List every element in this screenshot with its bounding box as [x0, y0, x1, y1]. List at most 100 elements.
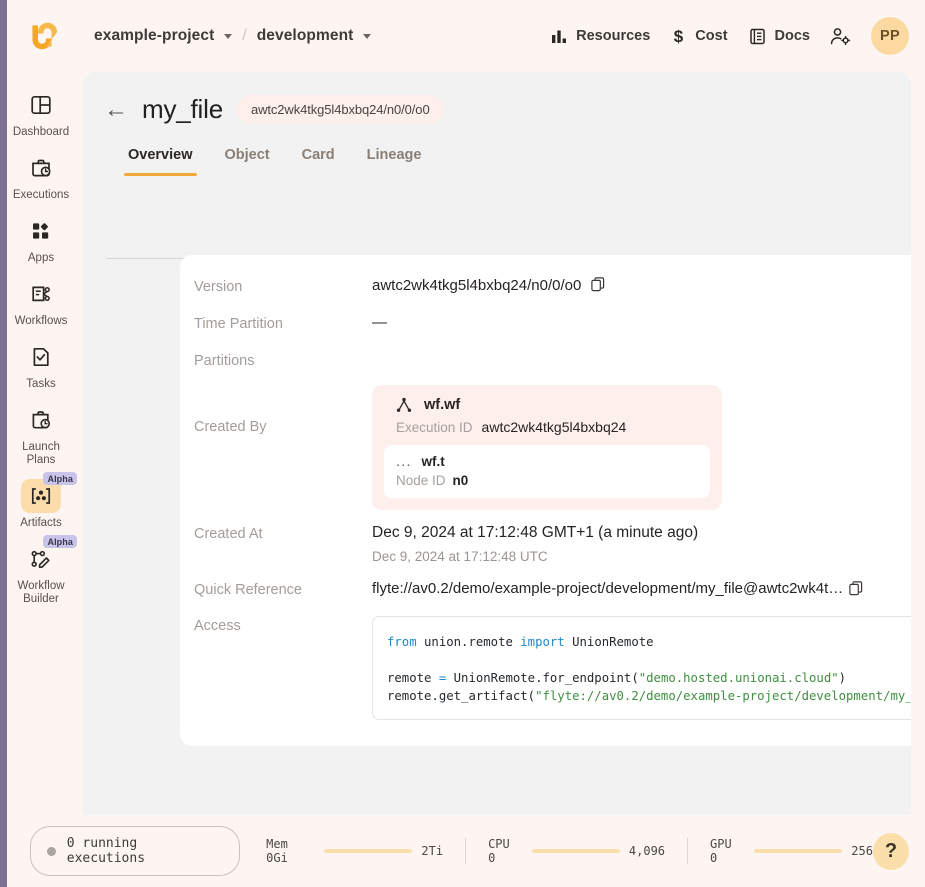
docs-label: Docs — [774, 28, 810, 44]
docs-button[interactable]: Docs — [748, 27, 810, 46]
sidebar-label-workflow-builder: Workflow Builder — [17, 580, 65, 605]
code-var-remote-2: remote — [387, 689, 432, 703]
sidebar-item-tasks[interactable]: Tasks — [4, 334, 78, 395]
meter-mem-label: Mem 0Gi — [266, 837, 288, 865]
avatar-initials: PP — [880, 28, 900, 44]
code-paren-open-1: ( — [631, 671, 639, 685]
running-executions-button[interactable]: 0 running executions — [30, 826, 241, 876]
code-dot-3: . — [431, 689, 439, 703]
quick-reference-value: flyte://av0.2/demo/example-project/devel… — [372, 580, 844, 597]
meter-gpu-max: 256 — [851, 844, 873, 858]
meter-divider-1 — [465, 838, 467, 864]
breadcrumb-domain[interactable]: development — [257, 27, 354, 45]
node-id-label: Node ID — [396, 473, 446, 488]
version-value-wrap: awtc2wk4tkg5l4bxbq24/n0/0/o0 — [372, 277, 911, 294]
help-button[interactable]: ? — [872, 832, 909, 870]
meter-mem-max: 2Ti — [421, 844, 444, 858]
user-settings-button[interactable] — [830, 27, 851, 46]
launch-plans-icon-box — [21, 403, 61, 437]
launch-plans-icon — [32, 411, 50, 429]
version-label: Version — [194, 279, 243, 295]
help-icon: ? — [884, 839, 898, 862]
created-by-value: wf.wf Execution ID awtc2wk4tkg5l4bxbq24 … — [372, 385, 911, 510]
main-content: ← my_file awtc2wk4tkg5l4bxbq24/n0/0/o0 O… — [82, 72, 911, 815]
code-cls-ref: UnionRemote — [446, 671, 536, 685]
artifacts-icon-box: Alpha — [21, 472, 77, 513]
sidebar-label-executions: Executions — [12, 189, 70, 201]
meter-gpu-label: GPU 0 — [710, 837, 732, 865]
sidebar-item-launch-plans[interactable]: Launch Plans — [4, 397, 78, 471]
time-partition-value: — — [372, 314, 387, 331]
top-bar: example-project / development Resources … — [0, 0, 925, 72]
execution-header: wf.wf — [384, 397, 710, 413]
created-by-execution-card[interactable]: wf.wf Execution ID awtc2wk4tkg5l4bxbq24 … — [372, 385, 722, 510]
executions-icon — [32, 159, 51, 177]
meter-divider-2 — [687, 838, 688, 864]
bar-chart-icon — [552, 30, 567, 43]
tab-object[interactable]: Object — [225, 147, 270, 176]
workflow-node-icon — [396, 397, 412, 412]
resources-label: Resources — [576, 28, 651, 44]
breadcrumb-separator: / — [242, 27, 247, 44]
app-logo[interactable] — [20, 19, 64, 53]
meter-cpu: CPU 0 4,096 — [488, 837, 665, 865]
created-at-values: Dec 9, 2024 at 17:12:48 GMT+1 (a minute … — [372, 524, 911, 564]
artifacts-alpha-badge: Alpha — [43, 472, 77, 485]
resource-meters: Mem 0Gi 2Ti CPU 0 4,096 GPU 0 256 — [266, 837, 873, 865]
tasks-icon-box — [21, 340, 61, 374]
artifact-id-pill[interactable]: awtc2wk4tkg5l4bxbq24/n0/0/o0 — [236, 95, 444, 124]
copy-icon[interactable] — [591, 277, 605, 292]
row-partitions: Partitions — [180, 351, 911, 369]
tab-overview[interactable]: Overview — [124, 147, 196, 176]
dollar-icon: $ — [674, 27, 684, 46]
code-str-artifact-uri: "flyte://av0.2/demo/example-project/deve… — [535, 689, 911, 703]
tab-bar: Overview Object Card Lineage — [124, 147, 911, 176]
sidebar-item-apps[interactable]: Apps — [4, 208, 78, 269]
code-paren-close-1: ) — [838, 671, 847, 685]
tab-card[interactable]: Card — [302, 147, 335, 176]
page-header: ← my_file awtc2wk4tkg5l4bxbq24/n0/0/o0 O… — [82, 72, 911, 176]
sidebar-item-workflows[interactable]: Workflows — [4, 271, 78, 332]
breadcrumb-project[interactable]: example-project — [94, 27, 214, 45]
partitions-label: Partitions — [194, 353, 255, 369]
code-sub-remote: remote — [468, 635, 521, 649]
row-created-at: Created At Dec 9, 2024 at 17:12:48 GMT+1… — [180, 524, 911, 564]
code-fn-get-artifact: get_artifact — [438, 689, 528, 703]
code-fn-for-endpoint: for_endpoint — [542, 671, 632, 685]
created-at-secondary: Dec 9, 2024 at 17:12:48 UTC — [372, 549, 548, 564]
sidebar-item-dashboard[interactable]: Dashboard — [4, 82, 78, 143]
cost-button[interactable]: $ Cost — [670, 27, 727, 46]
meter-mem-bar — [323, 849, 413, 853]
meter-mem: Mem 0Gi 2Ti — [266, 837, 443, 865]
sidebar-label-workflows: Workflows — [14, 315, 68, 327]
title-row: ← my_file awtc2wk4tkg5l4bxbq24/n0/0/o0 — [104, 94, 911, 125]
overview-card: Version awtc2wk4tkg5l4bxbq24/n0/0/o0 Tim… — [180, 255, 911, 746]
sidebar-item-executions[interactable]: Executions — [4, 145, 78, 206]
code-kw-import: import — [520, 635, 565, 649]
node-header: ... wf.t — [396, 452, 698, 470]
created-by-node-card[interactable]: ... wf.t Node ID n0 — [384, 445, 710, 498]
code-var-remote: remote — [387, 671, 439, 685]
access-code-block[interactable]: from union.remote import UnionRemote rem… — [372, 616, 911, 720]
avatar[interactable]: PP — [871, 17, 909, 55]
sidebar-label-dashboard: Dashboard — [12, 126, 70, 138]
apps-icon-box — [21, 214, 61, 248]
sidebar: Dashboard Executions Apps Workflows Task… — [0, 72, 82, 815]
row-version: Version awtc2wk4tkg5l4bxbq24/n0/0/o0 — [180, 277, 911, 295]
status-bar: 0 running executions Mem 0Gi 2Ti CPU 0 4… — [0, 815, 925, 887]
project-chevron-down-icon[interactable] — [224, 33, 233, 39]
copy-icon[interactable] — [849, 581, 863, 596]
user-settings-icon — [830, 27, 851, 45]
code-kw-from: from — [387, 635, 417, 649]
union-logo-icon — [32, 22, 58, 50]
docs-icon — [749, 28, 765, 44]
sidebar-item-artifacts[interactable]: Alpha Artifacts — [4, 472, 78, 534]
back-arrow-icon[interactable]: ← — [104, 97, 128, 122]
resources-button[interactable]: Resources — [551, 28, 650, 45]
tab-lineage[interactable]: Lineage — [367, 147, 422, 176]
top-bar-actions: Resources $ Cost Docs PP — [551, 17, 909, 55]
domain-chevron-down-icon[interactable] — [363, 33, 372, 39]
access-value: from union.remote import UnionRemote rem… — [372, 616, 911, 720]
sidebar-item-workflow-builder[interactable]: Alpha Workflow Builder — [4, 535, 78, 610]
node-ellipsis-icon: ... — [396, 452, 412, 470]
